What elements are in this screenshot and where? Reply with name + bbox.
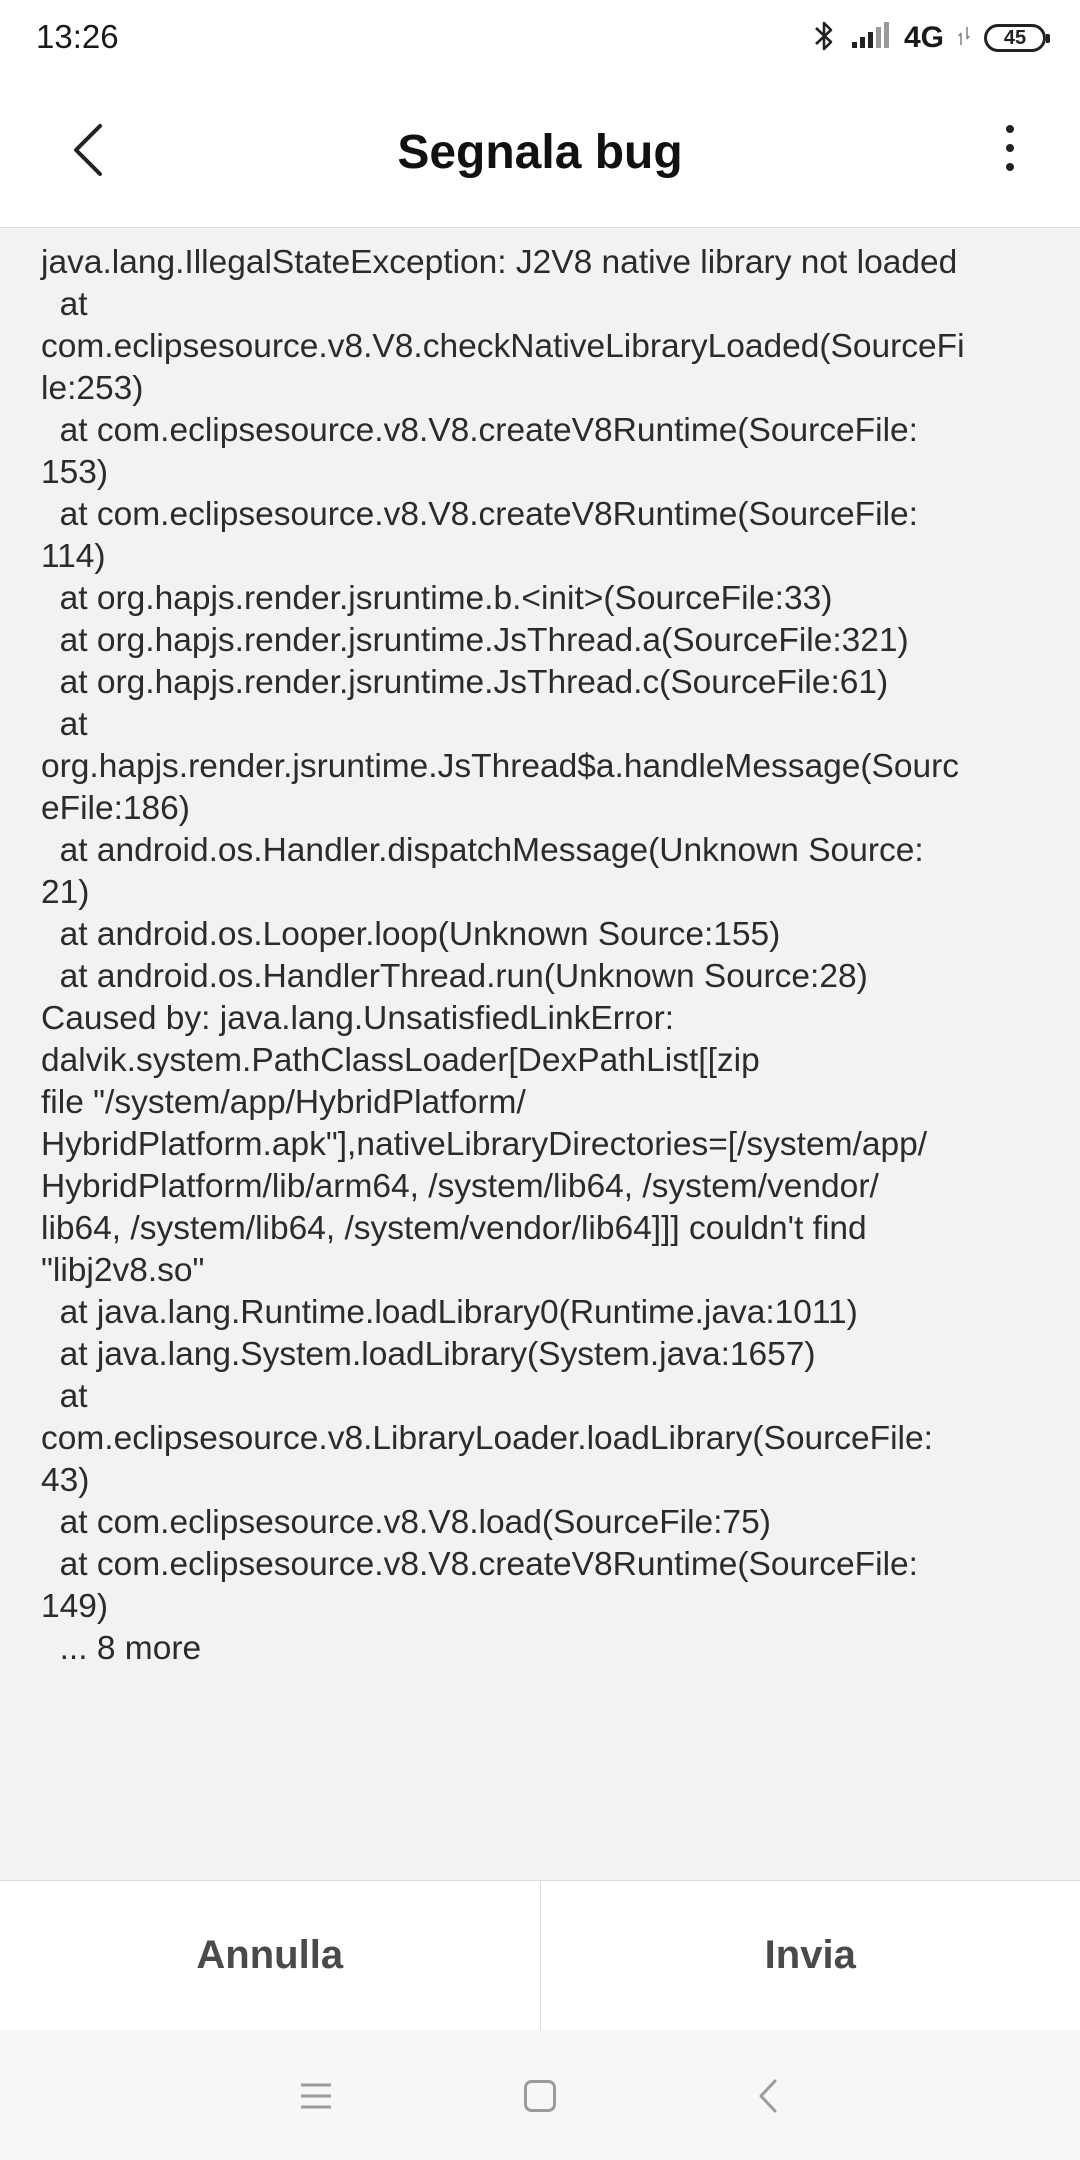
log-line: at: [41, 706, 88, 743]
navigation-bar: [0, 2030, 1080, 2160]
bug-report-content[interactable]: java.lang.IllegalStateException: J2V8 na…: [0, 228, 1080, 1880]
log-line: ... 8 more: [41, 1630, 202, 1667]
bluetooth-icon: [812, 18, 836, 59]
log-line: dalvik.system.PathClassLoader[DexPathLis…: [41, 1042, 760, 1079]
home-button[interactable]: [510, 2068, 570, 2128]
send-button[interactable]: Invia: [541, 1881, 1080, 2030]
battery-level: 45: [1003, 26, 1027, 49]
more-options-button[interactable]: [980, 108, 1040, 188]
log-line: at android.os.HandlerThread.run(Unknown …: [41, 958, 868, 995]
log-line: le:253): [41, 370, 144, 407]
log-line: at android.os.Looper.loop(Unknown Source…: [41, 916, 781, 953]
log-line: at java.lang.Runtime.loadLibrary0(Runtim…: [41, 1294, 858, 1331]
log-line: java.lang.IllegalStateException: J2V8 na…: [41, 244, 958, 281]
log-line: HybridPlatform.apk"],nativeLibraryDirect…: [41, 1126, 928, 1163]
network-type: 4G: [903, 21, 944, 54]
log-line: at com.eclipsesource.v8.V8.createV8Runti…: [41, 412, 918, 449]
log-line: 149): [41, 1588, 109, 1625]
cancel-button[interactable]: Annulla: [0, 1881, 540, 2030]
more-vert-icon-dot: [1006, 163, 1014, 171]
log-line: HybridPlatform/lib/arm64, /system/lib64,…: [41, 1168, 879, 1205]
log-line: 114): [41, 538, 106, 575]
log-line: file "/system/app/HybridPlatform/: [41, 1084, 526, 1121]
page-title: Segnala bug: [397, 126, 683, 179]
log-line: at java.lang.System.loadLibrary(System.j…: [41, 1336, 816, 1373]
status-time: 13:26: [36, 18, 119, 55]
log-line: at: [41, 286, 88, 323]
log-line: at com.eclipsesource.v8.V8.createV8Runti…: [41, 496, 918, 533]
log-line: at org.hapjs.render.jsruntime.b.<init>(S…: [41, 580, 833, 617]
log-line: at com.eclipsesource.v8.V8.load(SourceFi…: [41, 1504, 771, 1541]
log-line: at android.os.Handler.dispatchMessage(Un…: [41, 832, 924, 869]
battery-icon: 45: [984, 24, 1050, 52]
log-line: "libj2v8.so": [41, 1252, 205, 1289]
screen: 13:26 4G 45 Segnala bug java.lang.Illega…: [0, 0, 1080, 2160]
log-line: at com.eclipsesource.v8.V8.createV8Runti…: [41, 1546, 918, 1583]
signal-icon: [850, 21, 890, 55]
log-line: eFile:186): [41, 790, 190, 827]
log-line: 43): [41, 1462, 90, 1499]
menu-icon: [299, 2082, 333, 2115]
log-line: at org.hapjs.render.jsruntime.JsThread.a…: [41, 622, 909, 659]
back-button[interactable]: [56, 120, 120, 184]
log-line: 21): [41, 874, 90, 911]
stack-trace-text: java.lang.IllegalStateException: J2V8 na…: [0, 228, 1080, 1670]
recents-button[interactable]: [286, 2068, 346, 2128]
log-line: 153): [41, 454, 109, 491]
log-line: org.hapjs.render.jsruntime.JsThread$a.ha…: [41, 748, 960, 785]
log-line: at org.hapjs.render.jsruntime.JsThread.c…: [41, 664, 889, 701]
log-line: com.eclipsesource.v8.V8.checkNativeLibra…: [41, 328, 965, 365]
back-arrow-icon: [70, 122, 106, 183]
log-line: com.eclipsesource.v8.LibraryLoader.loadL…: [41, 1420, 933, 1457]
log-line: Caused by: java.lang.UnsatisfiedLinkErro…: [41, 1000, 675, 1037]
home-icon: [523, 2079, 557, 2118]
action-bar: Annulla Invia: [0, 1880, 1080, 2030]
status-bar: 13:26 4G 45: [0, 0, 1080, 78]
more-vert-icon-dot: [1006, 125, 1014, 133]
nav-back-button[interactable]: [738, 2068, 798, 2128]
log-line: lib64, /system/lib64, /system/vendor/lib…: [41, 1210, 867, 1247]
more-vert-icon-dot: [1006, 144, 1014, 152]
title-bar: Segnala bug: [0, 78, 1080, 228]
data-activity-icon: [958, 25, 970, 52]
status-indicators: 4G 45: [812, 18, 1050, 59]
log-line: at: [41, 1378, 88, 1415]
back-icon: [757, 2078, 779, 2119]
